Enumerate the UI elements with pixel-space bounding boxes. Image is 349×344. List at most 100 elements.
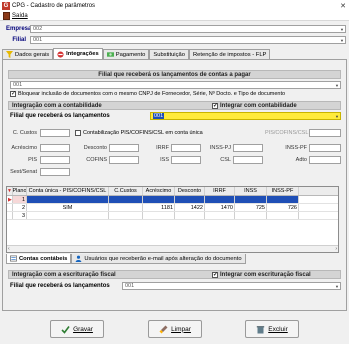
payables-section-header: Filial que receberá os lançamentos de co…	[8, 70, 341, 79]
block-duplicates-checkbox[interactable]: ✓ Bloquear inclusão de documentos com o …	[10, 91, 285, 97]
table-row[interactable]: 2 SIM 1181 1422 1470 725 726	[7, 204, 338, 212]
adto-input[interactable]	[309, 156, 341, 164]
tab-contas-contabeis[interactable]: Contas contábeis	[6, 254, 72, 264]
filial-select[interactable]: 001 ▼	[30, 36, 346, 44]
grid-cell-desconto[interactable]	[175, 212, 205, 219]
grid-header-irrf[interactable]: IRRF	[205, 187, 235, 195]
empresa-label: Empresa	[6, 26, 32, 32]
clear-button-label: Limpar	[171, 325, 191, 333]
payables-title: Filial que receberá os lançamentos de co…	[98, 71, 251, 78]
grid-header: ▼ Plano Conta única - PIS/COFINS/CSL C.C…	[7, 187, 338, 196]
grid-cell-conta-unica[interactable]	[27, 212, 109, 219]
grid-cell-acrescimo[interactable]: 1181	[143, 204, 175, 211]
grid-header-inss-pf[interactable]: INSS-PF	[267, 187, 299, 195]
grid-header-plano[interactable]: Plano	[13, 187, 27, 195]
grid-cell-inss-pf[interactable]	[267, 212, 299, 219]
clear-button[interactable]: Limpar	[148, 320, 202, 338]
desconto-input[interactable]	[109, 144, 139, 152]
grid-horizontal-scrollbar[interactable]: ‹ ›	[7, 245, 338, 252]
menu-exit[interactable]: Saída	[12, 13, 28, 19]
tab-usuarios-email[interactable]: Usuários que receberão e-mail após alter…	[71, 254, 246, 264]
grid-cell-plano[interactable]: 2	[13, 204, 27, 211]
action-bar: Gravar Limpar Excluir	[0, 316, 349, 344]
grid-cell-ccustos[interactable]	[109, 196, 143, 203]
grid-cell-acrescimo[interactable]	[143, 196, 175, 203]
grid-header-acrescimo[interactable]: Acréscimo	[143, 187, 175, 195]
c-custos-input[interactable]	[40, 129, 70, 137]
grid-cell-inss-pf[interactable]	[267, 196, 299, 203]
cofins-input[interactable]	[109, 156, 139, 164]
chevron-down-icon: ▼	[340, 27, 344, 32]
tab-integracoes[interactable]: Integrações	[53, 48, 103, 59]
tab-pagamento[interactable]: Pagamento	[102, 49, 150, 59]
grid-cell-plano[interactable]: 1	[13, 196, 27, 203]
grid-header-conta-unica[interactable]: Conta única - PIS/COFINS/CSL	[27, 187, 109, 195]
checkbox-checked[interactable]: ✓	[10, 91, 16, 97]
c-custos-label: C. Custos	[12, 130, 37, 136]
fiscal-filial-select[interactable]: 001 ▼	[122, 282, 341, 290]
integrate-accounting-checkbox[interactable]: ✓	[212, 102, 218, 109]
tab-dados-gerais[interactable]: Dados gerais	[2, 49, 54, 59]
money-icon	[106, 52, 114, 57]
grid-cell-irrf[interactable]	[205, 212, 235, 219]
grid-cell-plano[interactable]: 3	[13, 212, 27, 219]
sest-senat-input[interactable]	[40, 168, 70, 176]
close-icon[interactable]: ✕	[337, 2, 349, 10]
accounting-filial-select[interactable]: 001 ▼	[150, 112, 341, 120]
grid-header-desconto[interactable]: Desconto	[175, 187, 205, 195]
tab-substituicao[interactable]: Substituição	[149, 49, 189, 59]
checkbox-unchecked[interactable]	[75, 130, 81, 136]
grid-cell-ccustos[interactable]	[109, 204, 143, 211]
chevron-down-icon: ▼	[335, 284, 339, 289]
tab-retencao-impostos[interactable]: Retenção de impostos - FLP	[188, 49, 271, 59]
csl-input[interactable]	[233, 156, 263, 164]
window-title: CPG - Cadastro de parâmetros	[12, 2, 96, 9]
exit-door-icon	[3, 11, 10, 20]
desconto-label: Desconto	[83, 145, 107, 151]
grid-cell-irrf[interactable]	[205, 196, 235, 203]
payables-filial-select[interactable]: 001 ▼	[10, 81, 341, 89]
grid-cell-ccustos[interactable]	[109, 212, 143, 219]
app-icon: G	[2, 1, 10, 10]
grid-cell-desconto[interactable]	[175, 196, 205, 203]
grid-cell-irrf[interactable]: 1470	[205, 204, 235, 211]
iss-input[interactable]	[171, 156, 201, 164]
grid-cell-conta-unica[interactable]: SIM	[27, 204, 109, 211]
grid-cell-desconto[interactable]: 1422	[175, 204, 205, 211]
scroll-left-icon[interactable]: ‹	[8, 246, 10, 252]
no-entry-icon	[57, 50, 64, 58]
pis-single-account-checkbox[interactable]: Contabilização PIS/COFINS/CSL em conta ú…	[75, 130, 203, 136]
scroll-right-icon[interactable]: ›	[335, 246, 337, 252]
grid-header-inss[interactable]: INSS	[235, 187, 267, 195]
save-button-label: Gravar	[73, 325, 93, 333]
inss-pf-label: INSS-PF	[285, 145, 307, 151]
inss-pj-input[interactable]	[233, 144, 263, 152]
delete-button[interactable]: Excluir	[245, 320, 299, 338]
grid-cell-acrescimo[interactable]	[143, 212, 175, 219]
empresa-row: Empresa 002 ▼	[6, 25, 346, 33]
grid-cell-inss-pf[interactable]: 726	[267, 204, 299, 211]
table-row[interactable]: ▶ 1	[7, 196, 338, 204]
title-bar: G CPG - Cadastro de parâmetros ✕	[0, 0, 349, 11]
chevron-down-icon: ▼	[335, 83, 339, 88]
empresa-select[interactable]: 002 ▼	[30, 25, 346, 33]
fiscal-filial-value: 001	[125, 283, 135, 289]
irrf-input[interactable]	[171, 144, 201, 152]
save-button[interactable]: Gravar	[50, 320, 104, 338]
table-row[interactable]: 3	[7, 212, 338, 220]
integrate-fiscal-checkbox[interactable]: ✓	[212, 271, 218, 278]
acrescimo-input[interactable]	[40, 144, 70, 152]
pis-cofins-csl-input[interactable]	[309, 129, 341, 137]
grid-header-ccustos[interactable]: C.Custos	[109, 187, 143, 195]
grid-tabs: Contas contábeis Usuários que receberão …	[6, 254, 246, 264]
accounts-grid[interactable]: ▼ Plano Conta única - PIS/COFINS/CSL C.C…	[6, 186, 339, 253]
pis-input[interactable]	[40, 156, 70, 164]
grid-cell-inss[interactable]: 725	[235, 204, 267, 211]
funnel-icon	[6, 51, 13, 58]
fiscal-title: Integração com a escrituração fiscal	[12, 271, 116, 278]
grid-cell-conta-unica[interactable]	[27, 196, 109, 203]
inss-pf-input[interactable]	[309, 144, 341, 152]
grid-cell-inss[interactable]	[235, 212, 267, 219]
ledger-icon	[10, 255, 17, 262]
grid-cell-inss[interactable]	[235, 196, 267, 203]
